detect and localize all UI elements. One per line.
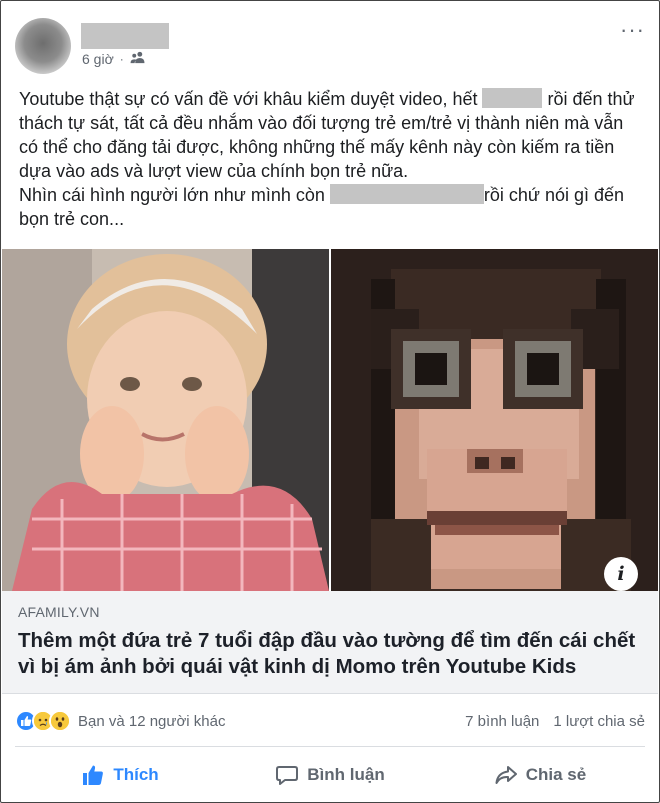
child-photo xyxy=(2,249,329,591)
author-name-blurred[interactable] xyxy=(81,23,169,49)
link-preview[interactable]: AFAMILY.VN Thêm một đứa trẻ 7 tuổi đập đ… xyxy=(2,591,658,694)
link-headline[interactable]: Thêm một đứa trẻ 7 tuổi đập đầu vào tườn… xyxy=(18,628,648,680)
separator-dot: · xyxy=(119,52,124,66)
post-actions: Thích Bình luận Chia sẻ xyxy=(15,753,645,797)
share-icon xyxy=(495,766,517,784)
avatar[interactable] xyxy=(15,18,71,74)
reaction-icons[interactable] xyxy=(15,710,71,732)
reaction-people[interactable]: Bạn và 12 người khác xyxy=(78,713,225,730)
post-text-part3: Nhìn cái hình người lớn như mình còn xyxy=(19,185,330,205)
link-source: AFAMILY.VN xyxy=(18,604,100,620)
post-stats: Bạn và 12 người khác 7 bình luận 1 lượt … xyxy=(15,708,645,734)
stats-right: 7 bình luận 1 lượt chia sẻ xyxy=(465,713,645,730)
friends-icon[interactable] xyxy=(130,51,145,67)
censored-text xyxy=(329,184,484,204)
post-text-part1: Youtube thật sự có vấn đề với khâu kiểm … xyxy=(19,89,483,109)
post-meta: 6 giờ · xyxy=(82,51,145,67)
info-icon[interactable]: i xyxy=(604,557,638,591)
more-options-icon[interactable]: ··· xyxy=(620,17,645,43)
share-button[interactable]: Chia sẻ xyxy=(435,753,645,797)
comment-label: Bình luận xyxy=(307,765,385,784)
post-time[interactable]: 6 giờ xyxy=(82,51,114,67)
like-button[interactable]: Thích xyxy=(15,753,225,797)
censored-text xyxy=(482,88,543,108)
link-preview-image[interactable]: i xyxy=(2,249,658,591)
like-label: Thích xyxy=(113,765,159,784)
divider xyxy=(15,746,645,747)
share-label: Chia sẻ xyxy=(525,765,587,784)
share-count[interactable]: 1 lượt chia sẻ xyxy=(553,713,645,730)
comment-count[interactable]: 7 bình luận xyxy=(465,713,539,730)
wow-icon xyxy=(49,710,71,732)
thumbs-up-icon xyxy=(83,765,104,785)
comment-button[interactable]: Bình luận xyxy=(225,753,435,797)
momo-photo-pixelated xyxy=(331,249,658,591)
comment-icon xyxy=(276,766,299,785)
facebook-post: 6 giờ · ··· Youtube thật sự có vấn đề vớ… xyxy=(0,0,660,803)
post-text: Youtube thật sự có vấn đề với khâu kiểm … xyxy=(19,87,647,231)
